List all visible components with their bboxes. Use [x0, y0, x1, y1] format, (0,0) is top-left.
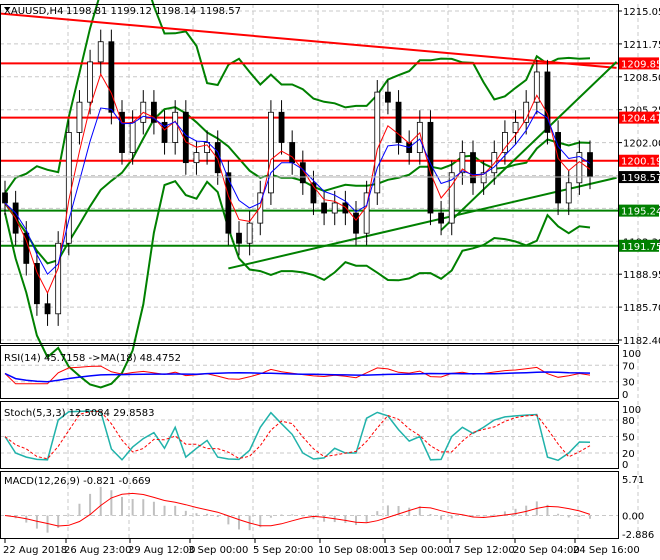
- ma-fast-line: [4, 72, 591, 295]
- candle-body: [416, 121, 423, 153]
- x-tick-label: 5 Sep 20:00: [253, 545, 313, 556]
- candle-body: [129, 121, 136, 153]
- y-tick-label: 1182.40: [623, 336, 660, 347]
- x-tick-label: 10 Sep 08:00: [318, 545, 385, 556]
- candle-body: [268, 111, 274, 194]
- y-tick-label: 1188.95: [623, 270, 660, 281]
- macd-signal-line: [4, 492, 591, 527]
- price-level-label: 1209.85: [621, 59, 660, 70]
- candle-body: [331, 202, 338, 214]
- macd-label: MACD(12,26,9) -0.821 -0.669: [4, 476, 151, 487]
- candle-body: [172, 111, 179, 143]
- rsi-ma-line: [4, 371, 591, 383]
- y-tick-label: 1215.05: [623, 7, 660, 18]
- stoch-tick-label: 100: [622, 405, 641, 416]
- macd-tick-label: -2.886: [622, 530, 654, 541]
- rsi-tick-label: 100: [622, 349, 641, 360]
- candle-body: [565, 182, 572, 204]
- price-level-label: 1191.75: [621, 242, 660, 253]
- candle-body: [87, 61, 93, 103]
- price-level-label: 1200.19: [621, 157, 660, 168]
- candle-body: [438, 212, 444, 224]
- price-level-label: 1195.24: [621, 207, 660, 218]
- candle-body: [44, 303, 51, 315]
- x-tick-label: 20 Sep 04:00: [513, 545, 580, 556]
- main-frame: [0, 4, 619, 344]
- candle-body: [502, 132, 508, 153]
- rsi-tick-label: 0: [622, 390, 628, 401]
- bollinger-middle: [4, 106, 591, 265]
- y-tick-label: 1202.00: [623, 139, 660, 150]
- candle-body: [236, 232, 242, 244]
- stoch-label: Stoch(5,3,3) 12.5084 29.8583: [4, 408, 155, 419]
- candle-body: [278, 111, 285, 143]
- stoch-tick-label: 0: [622, 460, 628, 471]
- y-tick-label: 1211.75: [623, 40, 660, 51]
- candle-body: [385, 91, 391, 103]
- candle-body: [108, 41, 115, 113]
- x-tick-label: 24 Sep 16:00: [573, 545, 640, 556]
- candle-body: [193, 152, 200, 164]
- axes: 22 Aug 201826 Aug 23:0029 Aug 12:003 Sep…: [0, 4, 660, 556]
- candle-body: [395, 101, 402, 143]
- rsi-label: RSI(14) 45.7158 ->MA(18) 48.4752: [4, 353, 181, 364]
- candle-body: [470, 152, 476, 184]
- x-tick-label: 26 Aug 23:00: [64, 545, 131, 556]
- stoch-tick-label: 80: [622, 416, 635, 427]
- candle-body: [374, 91, 381, 194]
- x-tick-label: 29 Aug 12:00: [128, 545, 195, 556]
- x-tick-label: 3 Sep 00:00: [188, 545, 248, 556]
- candle-body: [2, 192, 8, 204]
- candle-body: [76, 101, 83, 133]
- price-level-label: 1204.47: [621, 114, 660, 125]
- candle-body: [342, 202, 349, 214]
- y-tick-label: 1208.50: [623, 73, 660, 84]
- trading-chart[interactable]: 22 Aug 201826 Aug 23:0029 Aug 12:003 Sep…: [0, 0, 660, 560]
- trendline: [0, 12, 617, 69]
- y-tick-label: 1185.70: [623, 303, 660, 314]
- candle-body: [97, 41, 104, 63]
- x-tick-label: 22 Aug 2018: [3, 545, 67, 556]
- candle-body: [353, 212, 359, 234]
- chart-symbol: XAUUSD,H4: [4, 6, 63, 17]
- chart-ohlc: 1198.81 1199.12 1198.14 1198.57: [66, 6, 241, 17]
- candle-body: [321, 202, 327, 214]
- x-tick-label: 17 Sep 12:00: [448, 545, 515, 556]
- current-price-label: 1198.57: [621, 173, 660, 184]
- price-panel[interactable]: [0, 0, 618, 389]
- rsi-tick-label: 30: [622, 378, 635, 389]
- candle-body: [246, 222, 253, 244]
- stoch-tick-label: 20: [622, 449, 635, 460]
- rsi-tick-label: 70: [622, 361, 635, 372]
- stoch-tick-label: 50: [622, 433, 635, 444]
- macd-panel[interactable]: [4, 486, 591, 533]
- rsi-panel[interactable]: [4, 365, 591, 385]
- candle-body: [587, 152, 593, 178]
- x-tick-label: 13 Sep 00:00: [383, 545, 450, 556]
- macd-tick-label: 5.71: [622, 475, 644, 486]
- macd-tick-label: 0.00: [622, 512, 644, 523]
- candle-body: [512, 121, 519, 133]
- candle-body: [34, 263, 40, 305]
